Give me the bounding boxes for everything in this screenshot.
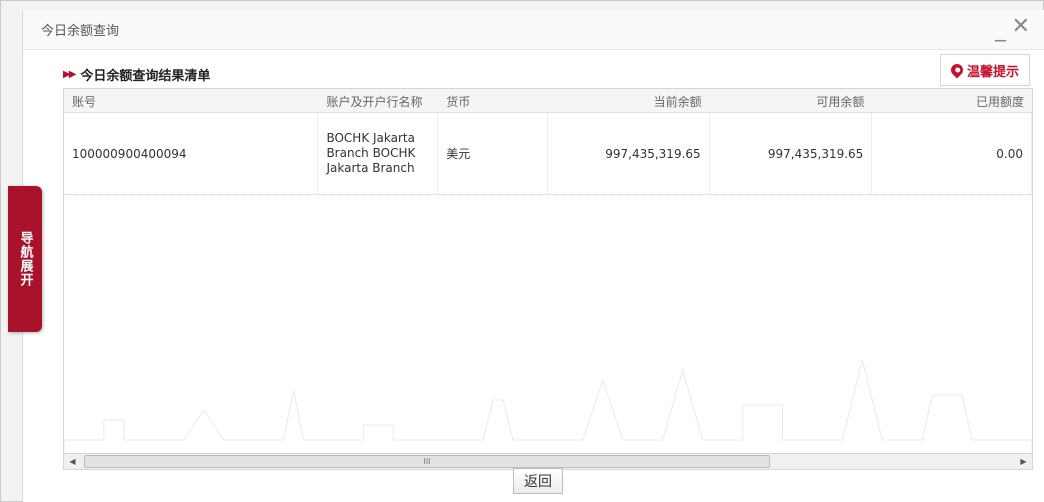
cell-account: 100000900400094 — [64, 113, 319, 194]
column-header-used-amount[interactable]: 已用额度 — [872, 89, 1032, 112]
cell-current-balance: 997,435,319.65 — [548, 113, 710, 194]
nav-expand-tab[interactable]: 导航展开 — [8, 186, 42, 332]
cell-available-balance: 997,435,319.65 — [710, 113, 873, 194]
double-arrow-icon: ▶▶ — [63, 68, 76, 80]
table-header: 账号 账户及开户行名称 货币 当前余额 可用余额 已用额度 — [64, 89, 1032, 113]
column-header-bank-name[interactable]: 账户及开户行名称 — [318, 89, 438, 112]
minimize-button[interactable]: _ — [995, 18, 1006, 42]
dialog-title: 今日余额查询 — [41, 24, 120, 39]
cell-bank-name: BOCHK Jakarta Branch BOCHK Jakarta Branc… — [318, 113, 439, 194]
tips-button-label: 温馨提示 — [966, 64, 1019, 80]
dialog-titlebar: 今日余额查询 _ ✕ — [23, 10, 1044, 50]
section-title: 今日余额查询结果清单 — [80, 68, 211, 84]
table-row[interactable]: 100000900400094 BOCHK Jakarta Branch BOC… — [64, 113, 1032, 195]
nav-expand-label: 导航展开 — [17, 231, 33, 287]
column-header-account[interactable]: 账号 — [64, 89, 318, 112]
tips-button[interactable]: 温馨提示 — [940, 54, 1030, 86]
back-button[interactable]: 返回 — [513, 468, 563, 494]
scroll-left-icon[interactable]: ◀ — [64, 454, 81, 469]
balance-query-dialog: 今日余额查询 _ ✕ ▶▶ 今日余额查询结果清单 温馨提示 账号 账户及开户行名… — [22, 10, 1044, 502]
scroll-right-icon[interactable]: ▶ — [1015, 454, 1032, 469]
column-header-available-balance[interactable]: 可用余额 — [710, 89, 873, 112]
column-header-currency[interactable]: 货币 — [438, 89, 548, 112]
skyline-watermark — [64, 359, 1032, 460]
close-button[interactable]: ✕ — [1012, 15, 1030, 39]
section-header: ▶▶ 今日余额查询结果清单 — [63, 64, 210, 84]
result-table: 账号 账户及开户行名称 货币 当前余额 可用余额 已用额度 1000009004… — [63, 88, 1033, 461]
pin-icon — [948, 61, 966, 79]
scroll-thumb[interactable]: III — [84, 455, 770, 468]
column-header-current-balance[interactable]: 当前余额 — [548, 89, 710, 112]
cell-used-amount: 0.00 — [872, 113, 1032, 194]
cell-currency: 美元 — [438, 113, 548, 194]
